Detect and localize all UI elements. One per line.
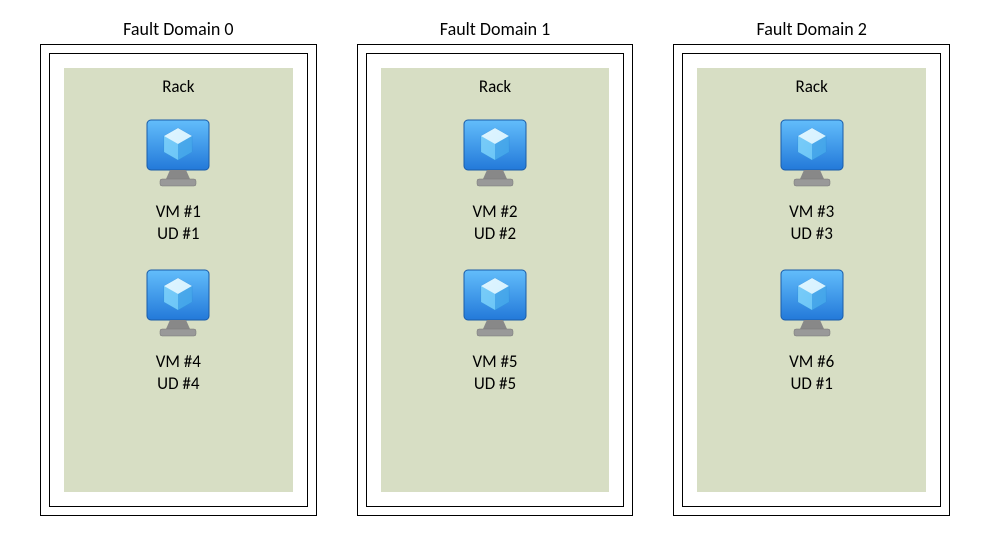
fault-domain-2: Fault Domain 2 Rack — [673, 18, 950, 516]
vm-label: VM #2 — [472, 201, 517, 223]
fault-domain-outer-box: Rack — [673, 44, 950, 516]
vm-list: VM #3 UD #3 — [707, 119, 916, 395]
fault-domain-inner-box: Rack — [366, 53, 625, 507]
vm-icon — [146, 269, 210, 347]
vm-item: VM #1 UD #1 — [146, 119, 210, 245]
ud-label: UD #2 — [474, 223, 516, 245]
ud-label: UD #3 — [791, 223, 833, 245]
vm-list: VM #1 UD #1 — [74, 119, 283, 395]
ud-label: UD #4 — [157, 373, 199, 395]
rack: Rack — [64, 68, 293, 492]
vm-item: VM #5 UD #5 — [463, 269, 527, 395]
fault-domain-1: Fault Domain 1 Rack — [357, 18, 634, 516]
fault-domain-outer-box: Rack — [40, 44, 317, 516]
ud-label: UD #5 — [474, 373, 516, 395]
vm-item: VM #4 UD #4 — [146, 269, 210, 395]
vm-icon — [780, 119, 844, 197]
vm-item: VM #2 UD #2 — [463, 119, 527, 245]
vm-icon — [463, 119, 527, 197]
vm-item: VM #3 UD #3 — [780, 119, 844, 245]
vm-label: VM #4 — [156, 351, 201, 373]
vm-item: VM #6 UD #1 — [780, 269, 844, 395]
ud-label: UD #1 — [157, 223, 199, 245]
rack-label: Rack — [479, 76, 511, 97]
fault-domain-inner-box: Rack — [682, 53, 941, 507]
vm-icon — [780, 269, 844, 347]
fault-domain-0: Fault Domain 0 Rack — [40, 18, 317, 516]
fault-domain-outer-box: Rack — [357, 44, 634, 516]
vm-label: VM #5 — [472, 351, 517, 373]
rack: Rack — [697, 68, 926, 492]
rack-label: Rack — [796, 76, 828, 97]
ud-label: UD #1 — [791, 373, 833, 395]
vm-label: VM #6 — [789, 351, 834, 373]
vm-label: VM #3 — [789, 201, 834, 223]
vm-icon — [463, 269, 527, 347]
vm-list: VM #2 UD #2 — [391, 119, 600, 395]
fault-domain-title: Fault Domain 0 — [123, 18, 233, 40]
fault-domain-inner-box: Rack — [49, 53, 308, 507]
fault-domain-title: Fault Domain 1 — [440, 18, 550, 40]
diagram-canvas: Fault Domain 0 Rack — [40, 18, 950, 516]
rack: Rack — [381, 68, 610, 492]
vm-icon — [146, 119, 210, 197]
fault-domain-title: Fault Domain 2 — [756, 18, 866, 40]
rack-label: Rack — [162, 76, 194, 97]
vm-label: VM #1 — [156, 201, 201, 223]
